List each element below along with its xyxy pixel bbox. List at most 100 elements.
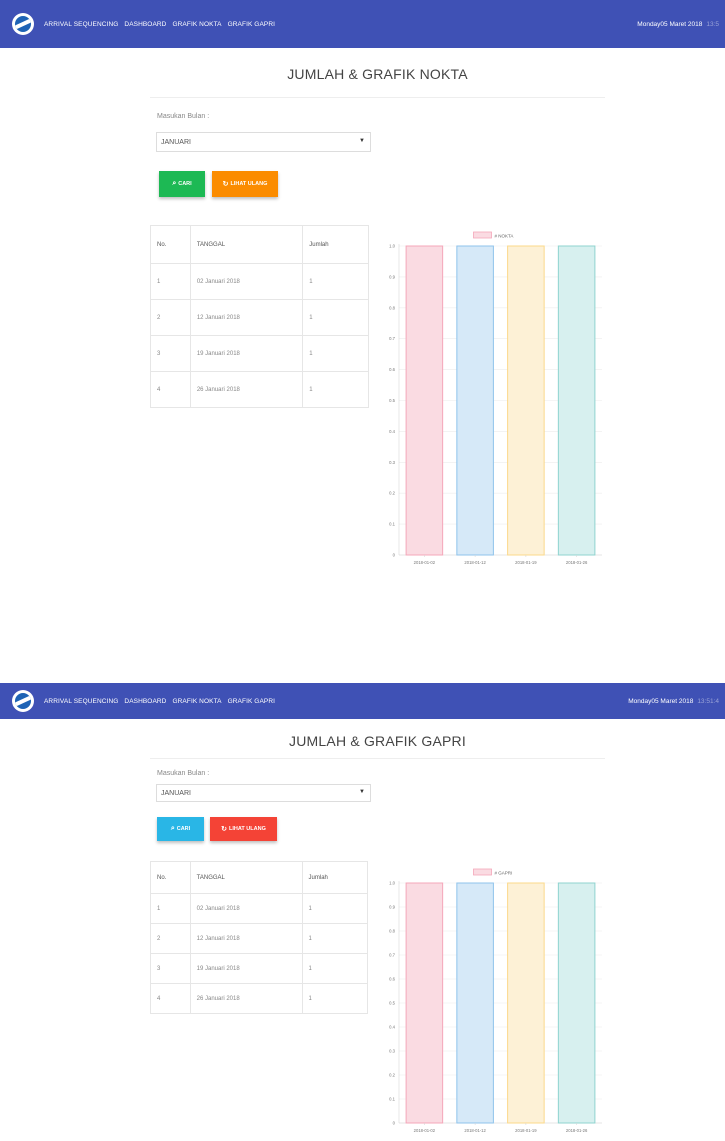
y-tick-label: 0.2 [389, 491, 395, 496]
column-header-jumlah: Jumlah [302, 225, 369, 264]
nav-link-grafik-gapri[interactable]: GRAFIK GAPRI [228, 698, 275, 705]
x-tick-label: 2018-01-26 [566, 560, 588, 565]
nav-links: ARRIVAL SEQUENCING DASHBOARD GRAFIK NOKT… [44, 698, 281, 705]
legend-label: # GAPRI [495, 871, 513, 876]
nav-link-arrival-sequencing[interactable]: ARRIVAL SEQUENCING [44, 21, 118, 28]
cell-no: 4 [150, 371, 191, 408]
table-row: 4 26 Januari 2018 1 [150, 983, 369, 1014]
month-select[interactable]: JANUARI ▼ [156, 132, 371, 152]
table-row: 2 12 Januari 2018 1 [150, 923, 369, 954]
table-row: 2 12 Januari 2018 1 [150, 299, 369, 336]
y-tick-label: 0.7 [389, 953, 395, 958]
y-tick-label: 0.8 [389, 305, 395, 310]
month-label: Masukan Bulan : [157, 770, 210, 777]
cell-jumlah: 1 [301, 923, 369, 954]
chart-legend: # NOKTA [473, 231, 514, 239]
cell-no: 3 [150, 335, 191, 372]
globe-logo-icon[interactable] [12, 13, 34, 35]
globe-logo-icon[interactable] [12, 690, 34, 712]
nav-link-grafik-nokta[interactable]: GRAFIK NOKTA [172, 21, 221, 28]
lihat-ulang-button-label: LIHAT ULANG [229, 826, 266, 832]
nav-datetime: Monday05 Maret 2018 13:51:4 [628, 698, 719, 705]
cell-no: 2 [150, 299, 191, 336]
nav-datetime: Monday05 Maret 2018 13:5 [637, 21, 719, 28]
x-tick-label: 2018-01-02 [414, 560, 436, 565]
cell-jumlah: 1 [302, 263, 369, 300]
legend-swatch [473, 868, 492, 876]
y-tick-label: 0.6 [389, 977, 395, 982]
cell-no: 1 [150, 893, 191, 924]
bar-chart-gapri: # GAPRI 0 0.1 0.2 0.3 0.4 0.5 0.6 0.7 0.8 0.9 1.0 20… [389, 868, 602, 1133]
nav-link-dashboard[interactable]: DASHBOARD [124, 698, 166, 705]
navbar: ARRIVAL SEQUENCING DASHBOARD GRAFIK NOKT… [0, 0, 725, 48]
y-tick-label: 0.5 [389, 398, 395, 403]
month-select[interactable]: JANUARI ▼ [156, 784, 371, 802]
y-tick-label: 0.5 [389, 1001, 395, 1006]
bar [456, 882, 494, 1124]
nav-link-grafik-nokta[interactable]: GRAFIK NOKTA [172, 698, 221, 705]
cell-no: 3 [150, 953, 191, 984]
cari-button[interactable]: ⌕ CARI [159, 171, 205, 197]
page-title: JUMLAH & GRAFIK NOKTA [287, 66, 468, 82]
x-tick-label: 2018-01-26 [566, 1128, 588, 1133]
x-tick-label: 2018-01-12 [464, 1128, 486, 1133]
cell-tanggal: 12 Januari 2018 [189, 299, 304, 336]
legend-label: # NOKTA [495, 234, 514, 239]
month-select-value: JANUARI [161, 789, 191, 797]
nav-date: Monday05 Maret 2018 [637, 20, 703, 28]
chevron-down-icon: ▼ [359, 789, 365, 795]
nav-time: 13:51:4 [697, 697, 719, 705]
y-tick-label: 0.6 [389, 367, 395, 372]
y-tick-label: 0.9 [389, 274, 395, 279]
nav-link-arrival-sequencing[interactable]: ARRIVAL SEQUENCING [44, 698, 118, 705]
bar-chart-nokta: # NOKTA 0 0.1 0.2 0.3 0.4 0.5 0.6 0.7 0.8 0.9 1.0 20… [389, 231, 602, 565]
month-label: Masukan Bulan : [157, 113, 210, 120]
cell-tanggal: 02 Januari 2018 [189, 263, 304, 300]
y-tick-label: 0.4 [389, 429, 395, 434]
table-row: 1 02 Januari 2018 1 [150, 893, 369, 924]
page-title: JUMLAH & GRAFIK GAPRI [289, 733, 466, 749]
column-header-no: No. [150, 225, 191, 264]
x-tick-label: 2018-01-02 [414, 1128, 436, 1133]
bar [507, 882, 545, 1124]
cell-no: 1 [150, 263, 191, 300]
cell-no: 2 [150, 923, 191, 954]
chart-legend: # GAPRI [473, 868, 513, 876]
cell-jumlah: 1 [302, 299, 369, 336]
column-header-tanggal: TANGGAL [189, 225, 304, 264]
table-row: 4 26 Januari 2018 1 [150, 371, 369, 408]
bar [405, 245, 444, 556]
x-tick-label: 2018-01-19 [515, 1128, 537, 1133]
bar [405, 882, 444, 1124]
nav-link-grafik-gapri[interactable]: GRAFIK GAPRI [228, 21, 275, 28]
x-tick-label: 2018-01-12 [464, 560, 486, 565]
screenshot-panel-gapri: ARRIVAL SEQUENCING DASHBOARD GRAFIK NOKT… [0, 683, 725, 1141]
nav-link-dashboard[interactable]: DASHBOARD [124, 21, 166, 28]
nav-time: 13:5 [706, 20, 719, 28]
legend-swatch [473, 231, 492, 239]
navbar: ARRIVAL SEQUENCING DASHBOARD GRAFIK NOKT… [0, 683, 725, 719]
cell-tanggal: 19 Januari 2018 [189, 953, 303, 984]
cell-tanggal: 02 Januari 2018 [189, 893, 303, 924]
bar [557, 882, 596, 1124]
table-row: 3 19 Januari 2018 1 [150, 953, 369, 984]
y-tick-label: 0.1 [389, 522, 395, 527]
data-table: No. TANGGAL Jumlah 1 02 Januari 2018 1 2… [150, 861, 369, 1014]
title-divider [150, 758, 605, 759]
lihat-ulang-button[interactable]: ↻ LIHAT ULANG [212, 171, 278, 197]
cell-jumlah: 1 [302, 371, 369, 408]
nav-date: Monday05 Maret 2018 [628, 697, 694, 705]
cari-button[interactable]: ⌕ CARI [157, 817, 204, 841]
column-header-jumlah: Jumlah [301, 861, 369, 894]
chevron-down-icon: ▼ [359, 138, 365, 144]
lihat-ulang-button[interactable]: ↻ LIHAT ULANG [210, 817, 277, 841]
y-tick-label: 1.0 [389, 881, 395, 886]
y-tick-label: 0 [393, 1121, 396, 1126]
column-header-no: No. [150, 861, 191, 894]
nav-links: ARRIVAL SEQUENCING DASHBOARD GRAFIK NOKT… [44, 21, 281, 28]
table-header-row: No. TANGGAL Jumlah [150, 225, 369, 264]
y-tick-label: 1.0 [389, 244, 395, 249]
refresh-icon: ↻ [221, 826, 227, 833]
cari-button-label: CARI [176, 826, 191, 832]
screenshot-panel-nokta: ARRIVAL SEQUENCING DASHBOARD GRAFIK NOKT… [0, 0, 725, 620]
